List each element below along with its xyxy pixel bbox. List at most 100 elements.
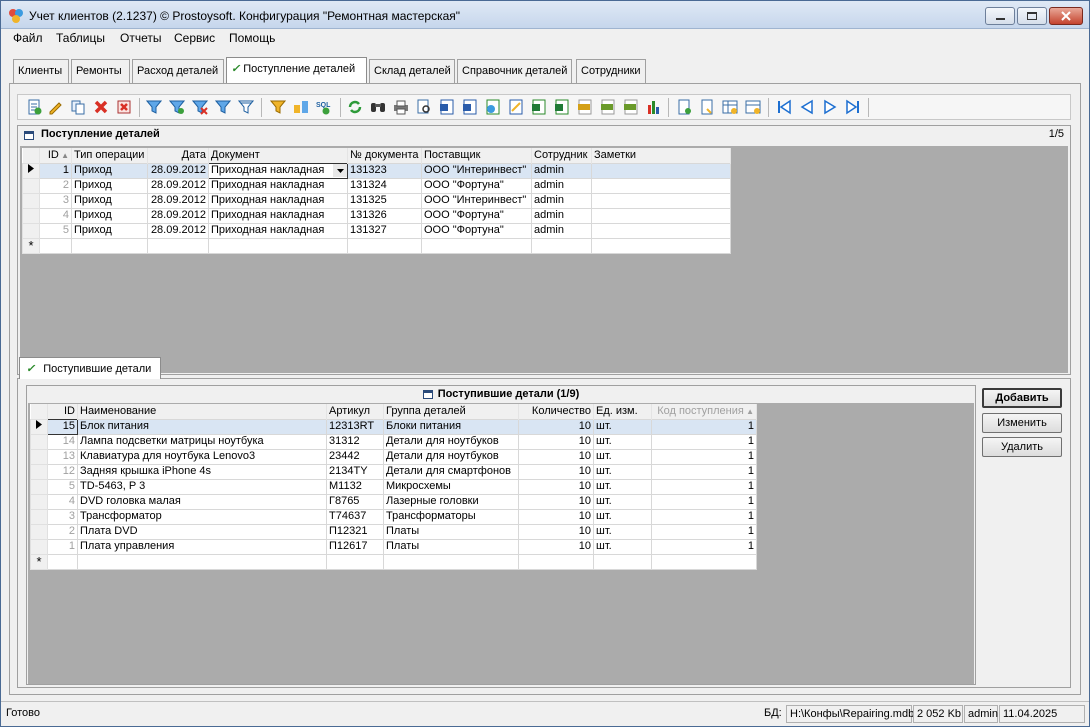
delete-button[interactable]: Удалить: [982, 437, 1062, 457]
table-row[interactable]: 12 Задняя крышка iPhone 4s 2134TY Детали…: [30, 463, 757, 480]
table-row[interactable]: 2 Плата DVD П12321 Платы 10 шт. 1: [30, 523, 757, 540]
menu-tables[interactable]: Таблицы: [56, 31, 105, 45]
edit-icon[interactable]: [47, 99, 63, 115]
export-html-icon[interactable]: [485, 99, 501, 115]
col-header-notes[interactable]: Заметки: [591, 148, 731, 163]
print-icon[interactable]: [393, 99, 409, 115]
menu-help[interactable]: Помощь: [229, 31, 275, 45]
sort-asc-icon: ▲: [743, 406, 754, 416]
close-button[interactable]: [1049, 7, 1083, 25]
report-icon[interactable]: [699, 99, 715, 115]
table-row[interactable]: 14 Лампа подсветки матрицы ноутбука 3131…: [30, 433, 757, 450]
new-row[interactable]: *: [22, 237, 731, 254]
export-xml-icon[interactable]: [623, 99, 639, 115]
maximize-icon: [1027, 12, 1037, 20]
filter-by-value-icon[interactable]: [169, 99, 185, 115]
filter-icon[interactable]: [146, 99, 162, 115]
table-row[interactable]: 2 Приход 28.09.2012 Приходная накладная …: [22, 177, 731, 194]
receipts-panel: Поступление деталей 1/5 ID ▲ Тип операци…: [17, 125, 1071, 375]
minimize-button[interactable]: [985, 7, 1015, 25]
chart-icon[interactable]: [646, 99, 662, 115]
refresh-icon[interactable]: [347, 99, 363, 115]
export-txt-icon[interactable]: [577, 99, 593, 115]
status-text: Готово: [6, 707, 40, 719]
notes-icon[interactable]: [676, 99, 692, 115]
receipts-grid: ID ▲ Тип операции Дата Документ № докуме…: [22, 148, 731, 254]
edit-button[interactable]: Изменить: [982, 413, 1062, 433]
table-row[interactable]: 5 Приход 28.09.2012 Приходная накладная …: [22, 222, 731, 239]
col-header-unit[interactable]: Ед. изм.: [593, 404, 652, 419]
filter-remove-icon[interactable]: [192, 99, 208, 115]
col-header-supplier[interactable]: Поставщик: [421, 148, 532, 163]
prev-record-icon[interactable]: [799, 99, 815, 115]
subtab-received-parts[interactable]: ✓ Поступившие детали: [19, 357, 161, 379]
col-header-receipt-code[interactable]: Код поступления ▲: [651, 404, 757, 419]
menu-reports[interactable]: Отчеты: [120, 31, 161, 45]
table-row[interactable]: 3 Приход 28.09.2012 Приходная накладная …: [22, 192, 731, 209]
tab-repairs[interactable]: Ремонты: [71, 59, 130, 83]
first-record-icon[interactable]: [776, 99, 792, 115]
tab-parts-usage[interactable]: Расход деталей: [132, 59, 224, 83]
table-row[interactable]: 3 Трансформатор T74637 Трансформаторы 10…: [30, 508, 757, 525]
tab-clients[interactable]: Клиенты: [13, 59, 69, 83]
col-header-id[interactable]: ID: [47, 404, 78, 419]
export-rtf-icon[interactable]: [508, 99, 524, 115]
sql-icon[interactable]: SQL: [316, 99, 336, 115]
delete-all-icon[interactable]: [116, 99, 132, 115]
col-header-operation-type[interactable]: Тип операции: [71, 148, 148, 163]
table-row[interactable]: 4 DVD головка малая Г8765 Лазерные голов…: [30, 493, 757, 510]
col-header-article[interactable]: Артикул: [326, 404, 384, 419]
col-header-quantity[interactable]: Количество: [518, 404, 594, 419]
tab-parts-stock[interactable]: Склад деталей: [369, 59, 455, 83]
last-record-icon[interactable]: [845, 99, 861, 115]
col-header-document[interactable]: Документ: [208, 148, 348, 163]
filter-clear-icon[interactable]: [215, 99, 231, 115]
maximize-button[interactable]: [1017, 7, 1047, 25]
table-row[interactable]: 1 Плата управления П12617 Платы 10 шт. 1: [30, 538, 757, 555]
document-dropdown[interactable]: Приходная накладная: [208, 162, 348, 179]
toolbar: SQL: [17, 94, 1071, 120]
print-preview-icon[interactable]: [416, 99, 432, 115]
table-settings-icon[interactable]: [722, 99, 738, 115]
copy-icon[interactable]: [70, 99, 86, 115]
tab-employees[interactable]: Сотрудники: [576, 59, 646, 83]
table-icon: [24, 131, 34, 140]
group-icon[interactable]: [293, 99, 309, 115]
table-row[interactable]: 13 Клавиатура для ноутбука Lenovo3 23442…: [30, 448, 757, 465]
tab-parts-catalog[interactable]: Справочник деталей: [457, 59, 572, 83]
col-header-part-group[interactable]: Группа деталей: [383, 404, 519, 419]
new-row[interactable]: *: [30, 553, 757, 570]
find-icon[interactable]: [370, 99, 386, 115]
delete-icon[interactable]: [93, 99, 109, 115]
col-header-id[interactable]: ID ▲: [39, 148, 72, 163]
table-row[interactable]: 15 Блок питания 12313RT Блоки питания 10…: [30, 418, 757, 435]
menu-file[interactable]: Файл: [13, 31, 43, 45]
new-record-asterisk-icon: *: [22, 237, 40, 254]
filter-advanced-icon[interactable]: [238, 99, 254, 115]
col-header-name[interactable]: Наименование: [77, 404, 327, 419]
next-record-icon[interactable]: [822, 99, 838, 115]
tab-parts-receipt[interactable]: ✓ Поступление деталей: [226, 57, 367, 83]
export-word-icon[interactable]: [439, 99, 455, 115]
col-header-doc-number[interactable]: № документа: [347, 148, 422, 163]
table-row[interactable]: 1 Приход 28.09.2012 Приходная накладная …: [22, 162, 731, 179]
sort-filter-icon[interactable]: [270, 99, 286, 115]
menu-service[interactable]: Сервис: [174, 31, 215, 45]
export-doc-icon[interactable]: [462, 99, 478, 115]
form-settings-icon[interactable]: [745, 99, 761, 115]
export-csv-icon[interactable]: [600, 99, 616, 115]
add-button[interactable]: Добавить: [982, 388, 1062, 408]
chevron-down-icon[interactable]: [333, 164, 347, 177]
received-parts-grid: ID Наименование Артикул Группа деталей К…: [30, 404, 757, 570]
app-icon: [8, 8, 24, 24]
received-parts-panel: Поступившие детали (1/9) ID Наименование…: [17, 378, 1071, 688]
add-record-icon[interactable]: [26, 99, 42, 115]
export-xls-icon[interactable]: [554, 99, 570, 115]
db-label: БД:: [764, 707, 782, 719]
table-row[interactable]: 5 TD-5463, P 3 M1132 Микросхемы 10 шт. 1: [30, 478, 757, 495]
export-excel-icon[interactable]: [531, 99, 547, 115]
col-header-date[interactable]: Дата: [147, 148, 209, 163]
table-row[interactable]: 4 Приход 28.09.2012 Приходная накладная …: [22, 207, 731, 224]
current-user: admin: [964, 705, 998, 723]
col-header-employee[interactable]: Сотрудник: [531, 148, 592, 163]
